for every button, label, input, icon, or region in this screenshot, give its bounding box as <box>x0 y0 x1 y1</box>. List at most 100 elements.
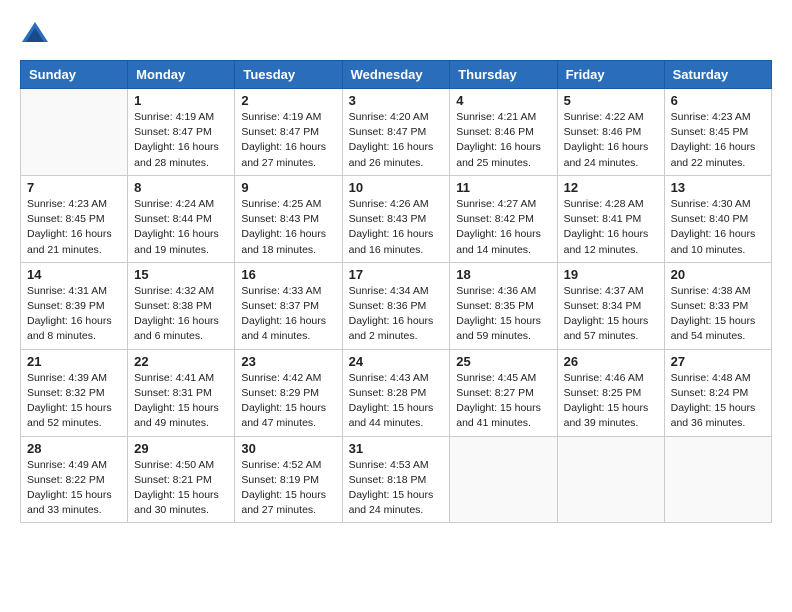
day-info: Sunrise: 4:50 AM Sunset: 8:21 PM Dayligh… <box>134 458 228 519</box>
calendar-day-cell: 7 Sunrise: 4:23 AM Sunset: 8:45 PM Daylig… <box>21 175 128 262</box>
day-info: Sunrise: 4:22 AM Sunset: 8:46 PM Dayligh… <box>564 110 658 171</box>
calendar-day-cell: 16Sunrise: 4:33 AM Sunset: 8:37 PM Dayli… <box>235 262 342 349</box>
calendar-day-cell: 14 Sunrise: 4:31 AM Sunset: 8:39 PM Dayli… <box>21 262 128 349</box>
day-number: 24 <box>349 354 444 369</box>
day-number: 27 <box>671 354 765 369</box>
calendar-day-cell: 25 Sunrise: 4:45 AM Sunset: 8:27 PM Dayli… <box>450 349 557 436</box>
calendar-day-header: Sunday <box>21 61 128 89</box>
calendar-day-cell: 18Sunrise: 4:36 AM Sunset: 8:35 PM Dayli… <box>450 262 557 349</box>
day-info: Sunrise: 4:32 AM Sunset: 8:38 PM Dayligh… <box>134 284 228 345</box>
calendar-day-cell: 11Sunrise: 4:27 AM Sunset: 8:42 PM Dayli… <box>450 175 557 262</box>
day-number: 13 <box>671 180 765 195</box>
calendar-day-cell: 13 Sunrise: 4:30 AM Sunset: 8:40 PM Dayli… <box>664 175 771 262</box>
page-header <box>20 20 772 50</box>
day-info: Sunrise: 4:37 AM Sunset: 8:34 PM Dayligh… <box>564 284 658 345</box>
calendar-day-cell <box>664 436 771 523</box>
day-number: 1 <box>134 93 228 108</box>
calendar-day-cell: 20 Sunrise: 4:38 AM Sunset: 8:33 PM Dayli… <box>664 262 771 349</box>
day-info: Sunrise: 4:33 AM Sunset: 8:37 PM Dayligh… <box>241 284 335 345</box>
calendar-day-cell: 15 Sunrise: 4:32 AM Sunset: 8:38 PM Dayli… <box>128 262 235 349</box>
calendar-day-cell: 22 Sunrise: 4:41 AM Sunset: 8:31 PM Dayli… <box>128 349 235 436</box>
calendar-day-cell: 6Sunrise: 4:23 AM Sunset: 8:45 PM Daylig… <box>664 89 771 176</box>
calendar-day-cell: 26 Sunrise: 4:46 AM Sunset: 8:25 PM Dayli… <box>557 349 664 436</box>
day-number: 28 <box>27 441 121 456</box>
calendar-week-row: 28 Sunrise: 4:49 AM Sunset: 8:22 PM Dayli… <box>21 436 772 523</box>
calendar-day-cell <box>450 436 557 523</box>
calendar-day-cell: 29 Sunrise: 4:50 AM Sunset: 8:21 PM Dayli… <box>128 436 235 523</box>
calendar-day-cell: 27 Sunrise: 4:48 AM Sunset: 8:24 PM Dayli… <box>664 349 771 436</box>
day-number: 11 <box>456 180 550 195</box>
calendar-day-cell: 24 Sunrise: 4:43 AM Sunset: 8:28 PM Dayli… <box>342 349 450 436</box>
day-number: 25 <box>456 354 550 369</box>
day-info: Sunrise: 4:31 AM Sunset: 8:39 PM Dayligh… <box>27 284 121 345</box>
day-info: Sunrise: 4:19 AM Sunset: 8:47 PM Dayligh… <box>241 110 335 171</box>
day-number: 20 <box>671 267 765 282</box>
calendar-week-row: 14 Sunrise: 4:31 AM Sunset: 8:39 PM Dayli… <box>21 262 772 349</box>
day-info: Sunrise: 4:19 AM Sunset: 8:47 PM Dayligh… <box>134 110 228 171</box>
calendar-header-row: SundayMondayTuesdayWednesdayThursdayFrid… <box>21 61 772 89</box>
calendar-day-cell: 8 Sunrise: 4:24 AM Sunset: 8:44 PM Daylig… <box>128 175 235 262</box>
day-number: 10 <box>349 180 444 195</box>
day-info: Sunrise: 4:46 AM Sunset: 8:25 PM Dayligh… <box>564 371 658 432</box>
day-number: 15 <box>134 267 228 282</box>
day-info: Sunrise: 4:30 AM Sunset: 8:40 PM Dayligh… <box>671 197 765 258</box>
calendar-day-cell: 5 Sunrise: 4:22 AM Sunset: 8:46 PM Daylig… <box>557 89 664 176</box>
calendar-day-cell <box>21 89 128 176</box>
day-info: Sunrise: 4:43 AM Sunset: 8:28 PM Dayligh… <box>349 371 444 432</box>
day-number: 31 <box>349 441 444 456</box>
day-number: 29 <box>134 441 228 456</box>
calendar-week-row: 21 Sunrise: 4:39 AM Sunset: 8:32 PM Dayli… <box>21 349 772 436</box>
calendar-day-cell: 2 Sunrise: 4:19 AM Sunset: 8:47 PM Daylig… <box>235 89 342 176</box>
day-number: 26 <box>564 354 658 369</box>
day-number: 23 <box>241 354 335 369</box>
day-info: Sunrise: 4:41 AM Sunset: 8:31 PM Dayligh… <box>134 371 228 432</box>
day-info: Sunrise: 4:25 AM Sunset: 8:43 PM Dayligh… <box>241 197 335 258</box>
calendar-day-header: Friday <box>557 61 664 89</box>
day-number: 18 <box>456 267 550 282</box>
calendar-day-cell: 10Sunrise: 4:26 AM Sunset: 8:43 PM Dayli… <box>342 175 450 262</box>
calendar-day-header: Tuesday <box>235 61 342 89</box>
day-info: Sunrise: 4:24 AM Sunset: 8:44 PM Dayligh… <box>134 197 228 258</box>
logo <box>20 20 54 50</box>
calendar-week-row: 1 Sunrise: 4:19 AM Sunset: 8:47 PM Daylig… <box>21 89 772 176</box>
calendar-day-cell: 3 Sunrise: 4:20 AM Sunset: 8:47 PM Daylig… <box>342 89 450 176</box>
day-number: 5 <box>564 93 658 108</box>
day-info: Sunrise: 4:28 AM Sunset: 8:41 PM Dayligh… <box>564 197 658 258</box>
calendar-day-header: Thursday <box>450 61 557 89</box>
day-number: 19 <box>564 267 658 282</box>
day-number: 7 <box>27 180 121 195</box>
day-info: Sunrise: 4:38 AM Sunset: 8:33 PM Dayligh… <box>671 284 765 345</box>
day-info: Sunrise: 4:23 AM Sunset: 8:45 PM Dayligh… <box>671 110 765 171</box>
day-number: 12 <box>564 180 658 195</box>
day-info: Sunrise: 4:34 AM Sunset: 8:36 PM Dayligh… <box>349 284 444 345</box>
calendar-day-cell: 9 Sunrise: 4:25 AM Sunset: 8:43 PM Daylig… <box>235 175 342 262</box>
day-number: 14 <box>27 267 121 282</box>
day-info: Sunrise: 4:45 AM Sunset: 8:27 PM Dayligh… <box>456 371 550 432</box>
day-info: Sunrise: 4:20 AM Sunset: 8:47 PM Dayligh… <box>349 110 444 171</box>
calendar-day-header: Wednesday <box>342 61 450 89</box>
day-number: 3 <box>349 93 444 108</box>
day-info: Sunrise: 4:48 AM Sunset: 8:24 PM Dayligh… <box>671 371 765 432</box>
day-info: Sunrise: 4:21 AM Sunset: 8:46 PM Dayligh… <box>456 110 550 171</box>
calendar-day-header: Saturday <box>664 61 771 89</box>
day-number: 21 <box>27 354 121 369</box>
day-number: 30 <box>241 441 335 456</box>
calendar-day-cell: 1 Sunrise: 4:19 AM Sunset: 8:47 PM Daylig… <box>128 89 235 176</box>
calendar-day-cell <box>557 436 664 523</box>
day-number: 17 <box>349 267 444 282</box>
day-number: 9 <box>241 180 335 195</box>
calendar-day-cell: 23 Sunrise: 4:42 AM Sunset: 8:29 PM Dayli… <box>235 349 342 436</box>
day-number: 8 <box>134 180 228 195</box>
calendar-day-cell: 21 Sunrise: 4:39 AM Sunset: 8:32 PM Dayli… <box>21 349 128 436</box>
calendar-day-cell: 31Sunrise: 4:53 AM Sunset: 8:18 PM Dayli… <box>342 436 450 523</box>
day-info: Sunrise: 4:23 AM Sunset: 8:45 PM Dayligh… <box>27 197 121 258</box>
day-info: Sunrise: 4:39 AM Sunset: 8:32 PM Dayligh… <box>27 371 121 432</box>
logo-icon <box>20 20 50 50</box>
calendar-table: SundayMondayTuesdayWednesdayThursdayFrid… <box>20 60 772 523</box>
day-info: Sunrise: 4:49 AM Sunset: 8:22 PM Dayligh… <box>27 458 121 519</box>
calendar-day-cell: 30 Sunrise: 4:52 AM Sunset: 8:19 PM Dayli… <box>235 436 342 523</box>
day-number: 2 <box>241 93 335 108</box>
day-number: 22 <box>134 354 228 369</box>
day-info: Sunrise: 4:42 AM Sunset: 8:29 PM Dayligh… <box>241 371 335 432</box>
day-info: Sunrise: 4:52 AM Sunset: 8:19 PM Dayligh… <box>241 458 335 519</box>
